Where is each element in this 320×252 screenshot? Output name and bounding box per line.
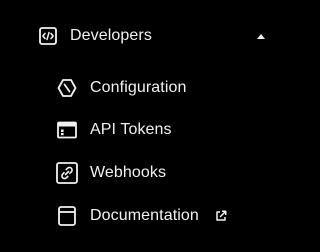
nav-item-webhooks[interactable]: Webhooks <box>52 157 272 189</box>
nav-item-label: API Tokens <box>90 121 172 138</box>
nav-item-documentation[interactable]: Documentation <box>52 200 272 232</box>
code-icon <box>37 25 59 47</box>
hexagon-config-icon <box>55 76 79 100</box>
link-icon <box>55 161 79 185</box>
nav-item-label: Documentation <box>90 207 199 224</box>
caret-up-icon[interactable] <box>256 32 266 40</box>
book-icon <box>55 204 79 228</box>
external-link-icon <box>214 209 228 223</box>
nav-item-label: Configuration <box>90 79 187 96</box>
developers-nav-menu: Developers Configuration API Tokens Webh… <box>0 0 306 252</box>
developers-section-toggle[interactable]: Developers <box>30 20 280 52</box>
developers-section-label: Developers <box>70 27 152 44</box>
nav-item-label: Webhooks <box>90 164 167 181</box>
nav-item-configuration[interactable]: Configuration <box>52 72 272 104</box>
nav-item-api-tokens[interactable]: API Tokens <box>52 114 272 146</box>
api-tokens-window-icon <box>55 118 79 142</box>
